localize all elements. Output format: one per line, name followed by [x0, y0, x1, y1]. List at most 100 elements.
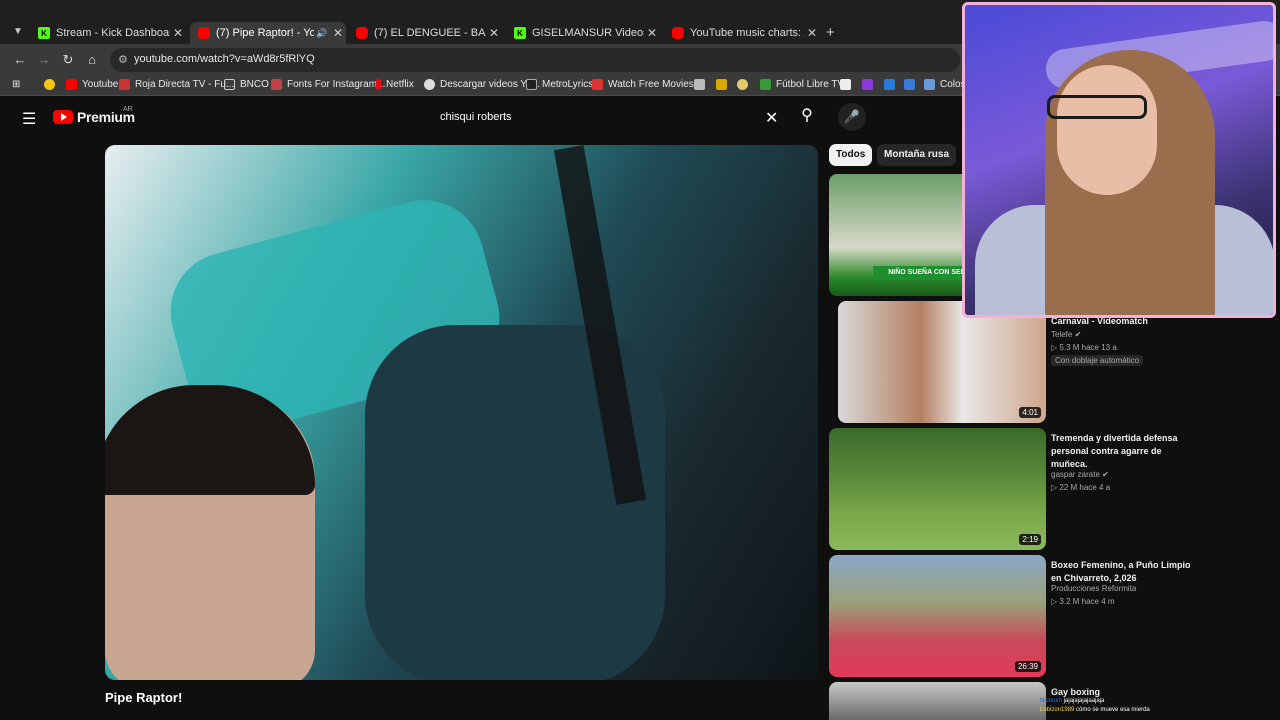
recommendation-title[interactable]: Boxeo Femenino, a Puño Limpio en Chivarr…: [1051, 559, 1191, 585]
bookmark-metrolyrics[interactable]: MetroLyrics: [526, 79, 593, 90]
youtube-icon: [672, 27, 684, 39]
bookmark-extra-6[interactable]: [884, 79, 900, 90]
kick-icon: K: [514, 27, 526, 39]
url-text: youtube.com/watch?v=aWd8r5fRlYQ: [134, 53, 315, 65]
tab-kick-dashboard[interactable]: K Stream - Kick Dashboard ✕: [30, 22, 186, 44]
video-thumbnail[interactable]: 26:39: [829, 555, 1046, 677]
verified-icon: ✔: [1074, 330, 1082, 339]
chat-text: jajajajajajaajaja: [1063, 698, 1105, 704]
bookmark-label: BNCO: [240, 79, 269, 90]
apps-grid-icon[interactable]: ⊞: [12, 79, 20, 90]
bookmark-label: Youtube: [82, 79, 119, 90]
glasses-shape: [1047, 95, 1147, 119]
search-icon[interactable]: ⚲: [792, 105, 822, 125]
video-thumbnail[interactable]: [829, 682, 1046, 720]
folder-icon: [224, 79, 235, 90]
site-icon: [737, 79, 748, 90]
bookmark-label: Fonts For Instagram...: [287, 79, 386, 90]
bookmark-extra-4[interactable]: [840, 79, 856, 90]
tab-title: Stream - Kick Dashboard: [56, 27, 170, 39]
yahoo-icon: [862, 79, 873, 90]
bookmark-youtube[interactable]: Youtube: [66, 79, 118, 90]
meta-label: 3.2 M hace 4 m: [1059, 597, 1115, 606]
video-player[interactable]: [105, 145, 818, 680]
search-box[interactable]: chisqui roberts ✕: [430, 103, 790, 133]
bookmark-emoji[interactable]: [44, 79, 60, 90]
close-tab-icon[interactable]: ✕: [804, 26, 820, 40]
stream-chat-overlay: Nicteum jajajajajajaajaja Lobizon1989 có…: [1040, 697, 1150, 715]
ghost-icon: [694, 79, 705, 90]
tab-music-charts[interactable]: YouTube music charts: Argentin ✕: [664, 22, 820, 44]
bookmark-bnco[interactable]: BNCO: [224, 79, 269, 90]
meta-label: 22 M hace 4 a: [1059, 483, 1111, 492]
close-tab-icon[interactable]: ✕: [486, 26, 502, 40]
duration-badge: 4:01: [1019, 407, 1041, 418]
duration-badge: 2:19: [1019, 534, 1041, 545]
tab-search-dropdown-icon[interactable]: ▼: [10, 24, 26, 40]
bookmark-extra-3[interactable]: [737, 79, 753, 90]
bookmark-extra-2[interactable]: [716, 79, 732, 90]
chip-todos[interactable]: Todos: [829, 144, 873, 166]
back-arrow-icon[interactable]: ←: [12, 52, 28, 67]
tab-title: YouTube music charts: Argentin: [690, 27, 804, 39]
site-icon: [904, 79, 915, 90]
bookmark-extra-1[interactable]: [694, 79, 710, 90]
tab-giselmansur[interactable]: K GISELMANSUR Videos - Watch ✕: [506, 22, 660, 44]
speaker-icon[interactable]: 🔊: [314, 28, 330, 39]
metrolyrics-icon: [526, 79, 537, 90]
bookmark-label: Fútbol Libre TV: [776, 79, 845, 90]
close-tab-icon[interactable]: ✕: [330, 26, 346, 40]
bookmark-extra-5[interactable]: [862, 79, 878, 90]
bookmark-futbol-libre[interactable]: Fútbol Libre TV: [760, 79, 844, 90]
streamer-face-shape: [1057, 65, 1157, 195]
bookmark-watch-free-movies[interactable]: Watch Free Movies...: [592, 79, 702, 90]
download-icon: [424, 79, 435, 90]
tab-pipe-raptor[interactable]: (7) Pipe Raptor! - YouTube 🔊 ✕: [190, 22, 346, 44]
new-tab-button[interactable]: +: [826, 24, 835, 41]
video-meta: ▷ 5.3 M hace 13 a: [1051, 343, 1117, 352]
channel-name[interactable]: gaspar zarate ✔: [1051, 470, 1109, 479]
search-input[interactable]: chisqui roberts: [440, 111, 512, 123]
channel-name[interactable]: Telefe ✔: [1051, 330, 1081, 339]
reload-icon[interactable]: ↻: [60, 52, 76, 68]
youtube-premium-logo[interactable]: Premium AR: [53, 106, 135, 125]
fonts-icon: [271, 79, 282, 90]
site-icon: [840, 79, 851, 90]
country-code: AR: [123, 106, 133, 113]
site-icon: [924, 79, 935, 90]
kick-icon: K: [38, 27, 50, 39]
bookmark-extra-7[interactable]: [904, 79, 920, 90]
recommendation-title[interactable]: Tremenda y divertida defensa personal co…: [1051, 432, 1191, 471]
video-thumbnail[interactable]: 2:19: [829, 428, 1046, 550]
address-bar[interactable]: ⚙ youtube.com/watch?v=aWd8r5fRlYQ: [110, 48, 960, 72]
forward-arrow-icon[interactable]: →: [36, 52, 52, 67]
bookmark-extra-8[interactable]: Colos: [924, 79, 966, 90]
microphone-icon[interactable]: 🎤: [838, 103, 866, 131]
tab-title: (7) Pipe Raptor! - YouTube: [216, 27, 314, 39]
play-count-icon: ▷: [1051, 483, 1058, 492]
tab-el-denguee[interactable]: (7) EL DENGUEE - BAILA APRET ✕: [348, 22, 502, 44]
close-tab-icon[interactable]: ✕: [644, 26, 660, 40]
close-tab-icon[interactable]: ✕: [170, 26, 186, 40]
channel-label: Telefe: [1051, 330, 1073, 339]
site-info-icon[interactable]: ⚙: [118, 53, 128, 66]
bookmark-fonts-instagram[interactable]: Fonts For Instagram...: [271, 79, 385, 90]
bookmark-label: Netflix: [386, 79, 414, 90]
chat-message: Nicteum jajajajajajaajaja: [1040, 697, 1150, 706]
bookmark-roja-directa[interactable]: Roja Directa TV - Fu...: [119, 79, 234, 90]
bookmark-netflix[interactable]: Netflix: [376, 79, 414, 90]
clear-search-icon[interactable]: ✕: [765, 108, 778, 128]
menu-icon[interactable]: ☰: [22, 109, 36, 129]
channel-name[interactable]: Producciones Reformita: [1051, 584, 1136, 593]
chat-text: cómo se mueve esa mierda: [1076, 707, 1150, 713]
bookmark-label: MetroLyrics: [542, 79, 594, 90]
smiley-icon: [44, 79, 55, 90]
bookmark-label: Watch Free Movies...: [608, 79, 703, 90]
youtube-icon: [356, 27, 368, 39]
video-thumbnail[interactable]: 4:01: [838, 301, 1046, 423]
site-icon: [716, 79, 727, 90]
home-icon[interactable]: ⌂: [84, 52, 100, 67]
webcam-overlay: [962, 2, 1276, 318]
bookmark-descargar-videos[interactable]: Descargar videos Yo...: [424, 79, 540, 90]
chip-montana-rusa[interactable]: Montaña rusa: [877, 144, 957, 166]
